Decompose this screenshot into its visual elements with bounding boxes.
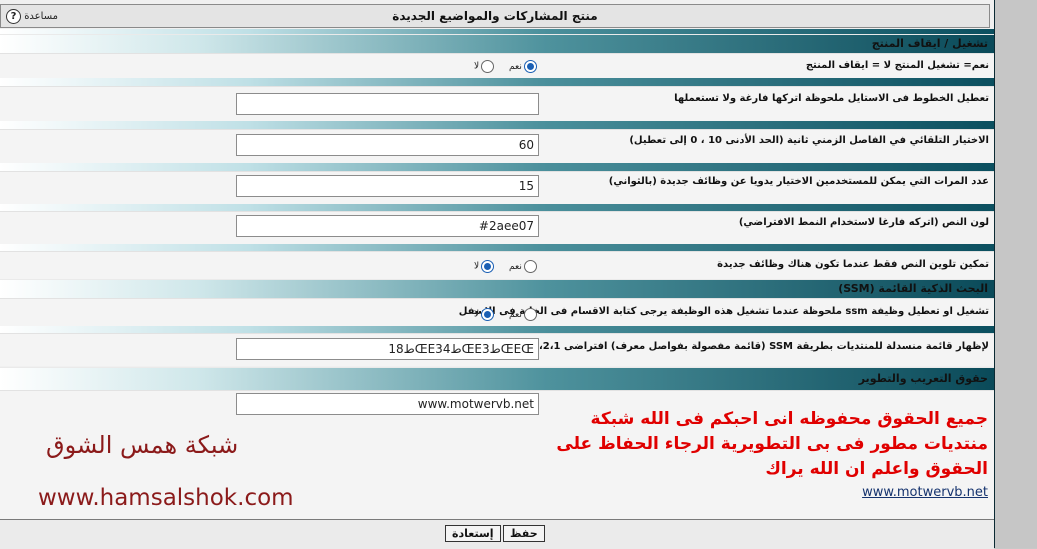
radio-group-ssm: نعم لا [474,308,539,321]
credits-link[interactable]: www.motwervb.net [862,485,988,500]
save-button[interactable]: حفظ [503,525,545,542]
radio-yes-label: نعم [509,61,522,72]
help-label: مساعدة [24,11,58,22]
radio-no-label: لا [474,261,480,272]
manual-count-input[interactable]: 15 [236,175,539,197]
setting-label: نعم= تشغيل المنتج لا = ايقاف المنتج [805,60,989,71]
setting-row-ssm: تشغيل او تعطيل وظيفة ssm ملحوظة عندما تش… [0,298,994,326]
divider-band [0,163,994,171]
radio-yes-label: نعم [509,309,522,320]
divider-band [0,204,994,211]
radio-no[interactable] [481,60,495,73]
setting-row-manual: عدد المرات التي يمكن للمستخدمين الاختيار… [0,171,994,204]
section-header-credits: حقوق التعريب والتطوير [0,367,994,390]
setting-row-coloring: تمكين تلوين النص فقط عندما تكون هناك وظا… [0,251,994,279]
divider-band [0,78,994,86]
interval-input[interactable]: 60 [236,134,539,156]
setting-label: تعطيل الخطوط فى الاستايل ملحوظة اتركها ف… [674,93,989,104]
radio-no[interactable] [481,308,495,321]
window-edge [995,0,1037,548]
radio-no-label: لا [474,61,480,72]
settings-panel: منتج المشاركات والمواضيع الجديدة مساعدة … [0,0,995,549]
section-title: حقوق التعريب والتطوير [858,372,988,385]
radio-group-enable: نعم لا [474,60,539,73]
section-header-toggle: تشغيل / ايقاف المنتج [0,34,994,53]
radio-yes[interactable] [523,60,537,73]
radio-no[interactable] [481,260,495,273]
radio-no-label: لا [474,309,480,320]
setting-label: لون النص (اتركه فارغا لاستخدام النمط الا… [738,217,989,228]
radio-yes[interactable] [523,308,537,321]
section-title: تشغيل / ايقاف المنتج [871,37,988,50]
help-link[interactable]: مساعدة ? [4,9,58,24]
radio-group-coloring: نعم لا [474,260,539,273]
setting-label: عدد المرات التي يمكن للمستخدمين الاختيار… [608,176,989,187]
credits-text: جميع الحقوق محفوظه انى احبكم فى الله شبك… [556,409,988,479]
setting-label: لإظهار قائمة منسدلة للمنتديات بطريقة SSM… [521,341,989,352]
divider-band [0,121,994,129]
setting-row-ssm-forums: لإظهار قائمة منسدلة للمنتديات بطريقة SSM… [0,333,994,366]
help-icon[interactable]: ? [6,9,21,24]
section-title: البحث الذكية القائمة (SSM) [838,282,988,295]
divider-band [0,326,994,333]
reset-button[interactable]: إستعادة [445,525,501,542]
setting-row-enable: نعم= تشغيل المنتج لا = ايقاف المنتج نعم … [0,53,994,78]
text-color-input[interactable]: #2aee07 [236,215,539,237]
ssm-forums-input[interactable]: 1ط8ŒE3ط4ŒEط3ŒEŒ [236,338,539,360]
radio-yes-label: نعم [509,261,522,272]
divider-band [0,244,994,251]
setting-label: تمكين تلوين النص فقط عندما تكون هناك وظا… [717,259,989,270]
button-bar: حفظ إستعادة [0,519,994,549]
setting-label: الاختيار التلقائي في الفاصل الزمني ثانية… [629,135,989,146]
fonts-input[interactable] [236,93,539,115]
setting-row-color: لون النص (اتركه فارغا لاستخدام النمط الا… [0,211,994,244]
radio-yes[interactable] [523,260,537,273]
setting-row-interval: الاختيار التلقائي في الفاصل الزمني ثانية… [0,129,994,163]
setting-row-fonts: تعطيل الخطوط فى الاستايل ملحوظة اتركها ف… [0,86,994,121]
page-title: منتج المشاركات والمواضيع الجديدة [392,9,598,23]
section-header-ssm: البحث الذكية القائمة (SSM) [0,279,994,298]
watermark-url: www.hamsalshok.com [38,485,294,511]
title-bar: منتج المشاركات والمواضيع الجديدة مساعدة … [0,4,990,28]
credits-url-input[interactable]: www.motwervb.net [236,393,539,415]
watermark-arabic: شبكة همس الشوق [46,431,239,459]
